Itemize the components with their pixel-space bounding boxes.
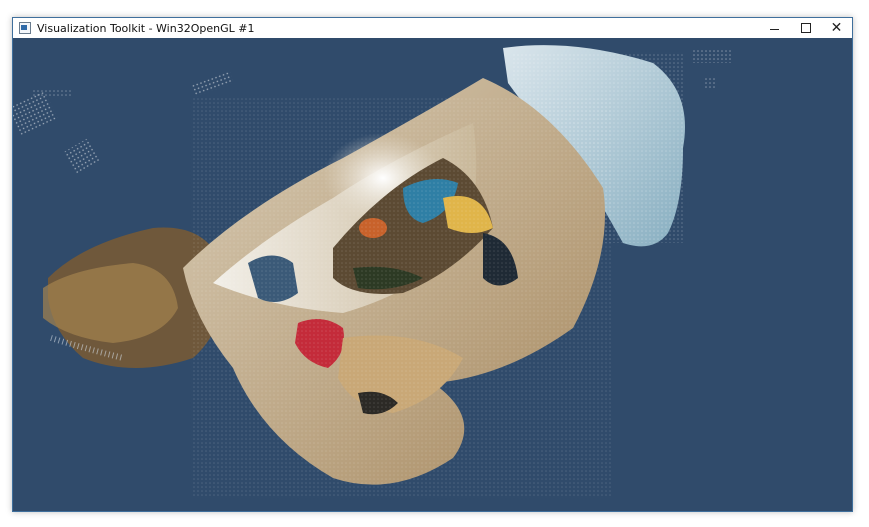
point-cloud-canvas[interactable] <box>13 38 852 511</box>
close-button[interactable]: ✕ <box>821 18 852 38</box>
maximize-icon <box>800 23 811 33</box>
close-icon: ✕ <box>830 20 843 36</box>
window-title: Visualization Toolkit - Win32OpenGL #1 <box>37 21 255 35</box>
vtk-window: Visualization Toolkit - Win32OpenGL #1 ✕ <box>12 17 853 512</box>
minimize-button[interactable] <box>759 18 790 38</box>
point-cloud-room <box>183 78 613 498</box>
maximize-button[interactable] <box>790 18 821 38</box>
window-controls: ✕ <box>759 18 852 38</box>
title-bar[interactable]: Visualization Toolkit - Win32OpenGL #1 ✕ <box>13 18 852 38</box>
vtk-window-icon[interactable] <box>19 22 31 34</box>
minimize-icon <box>770 28 779 30</box>
render-viewport[interactable] <box>13 38 852 511</box>
